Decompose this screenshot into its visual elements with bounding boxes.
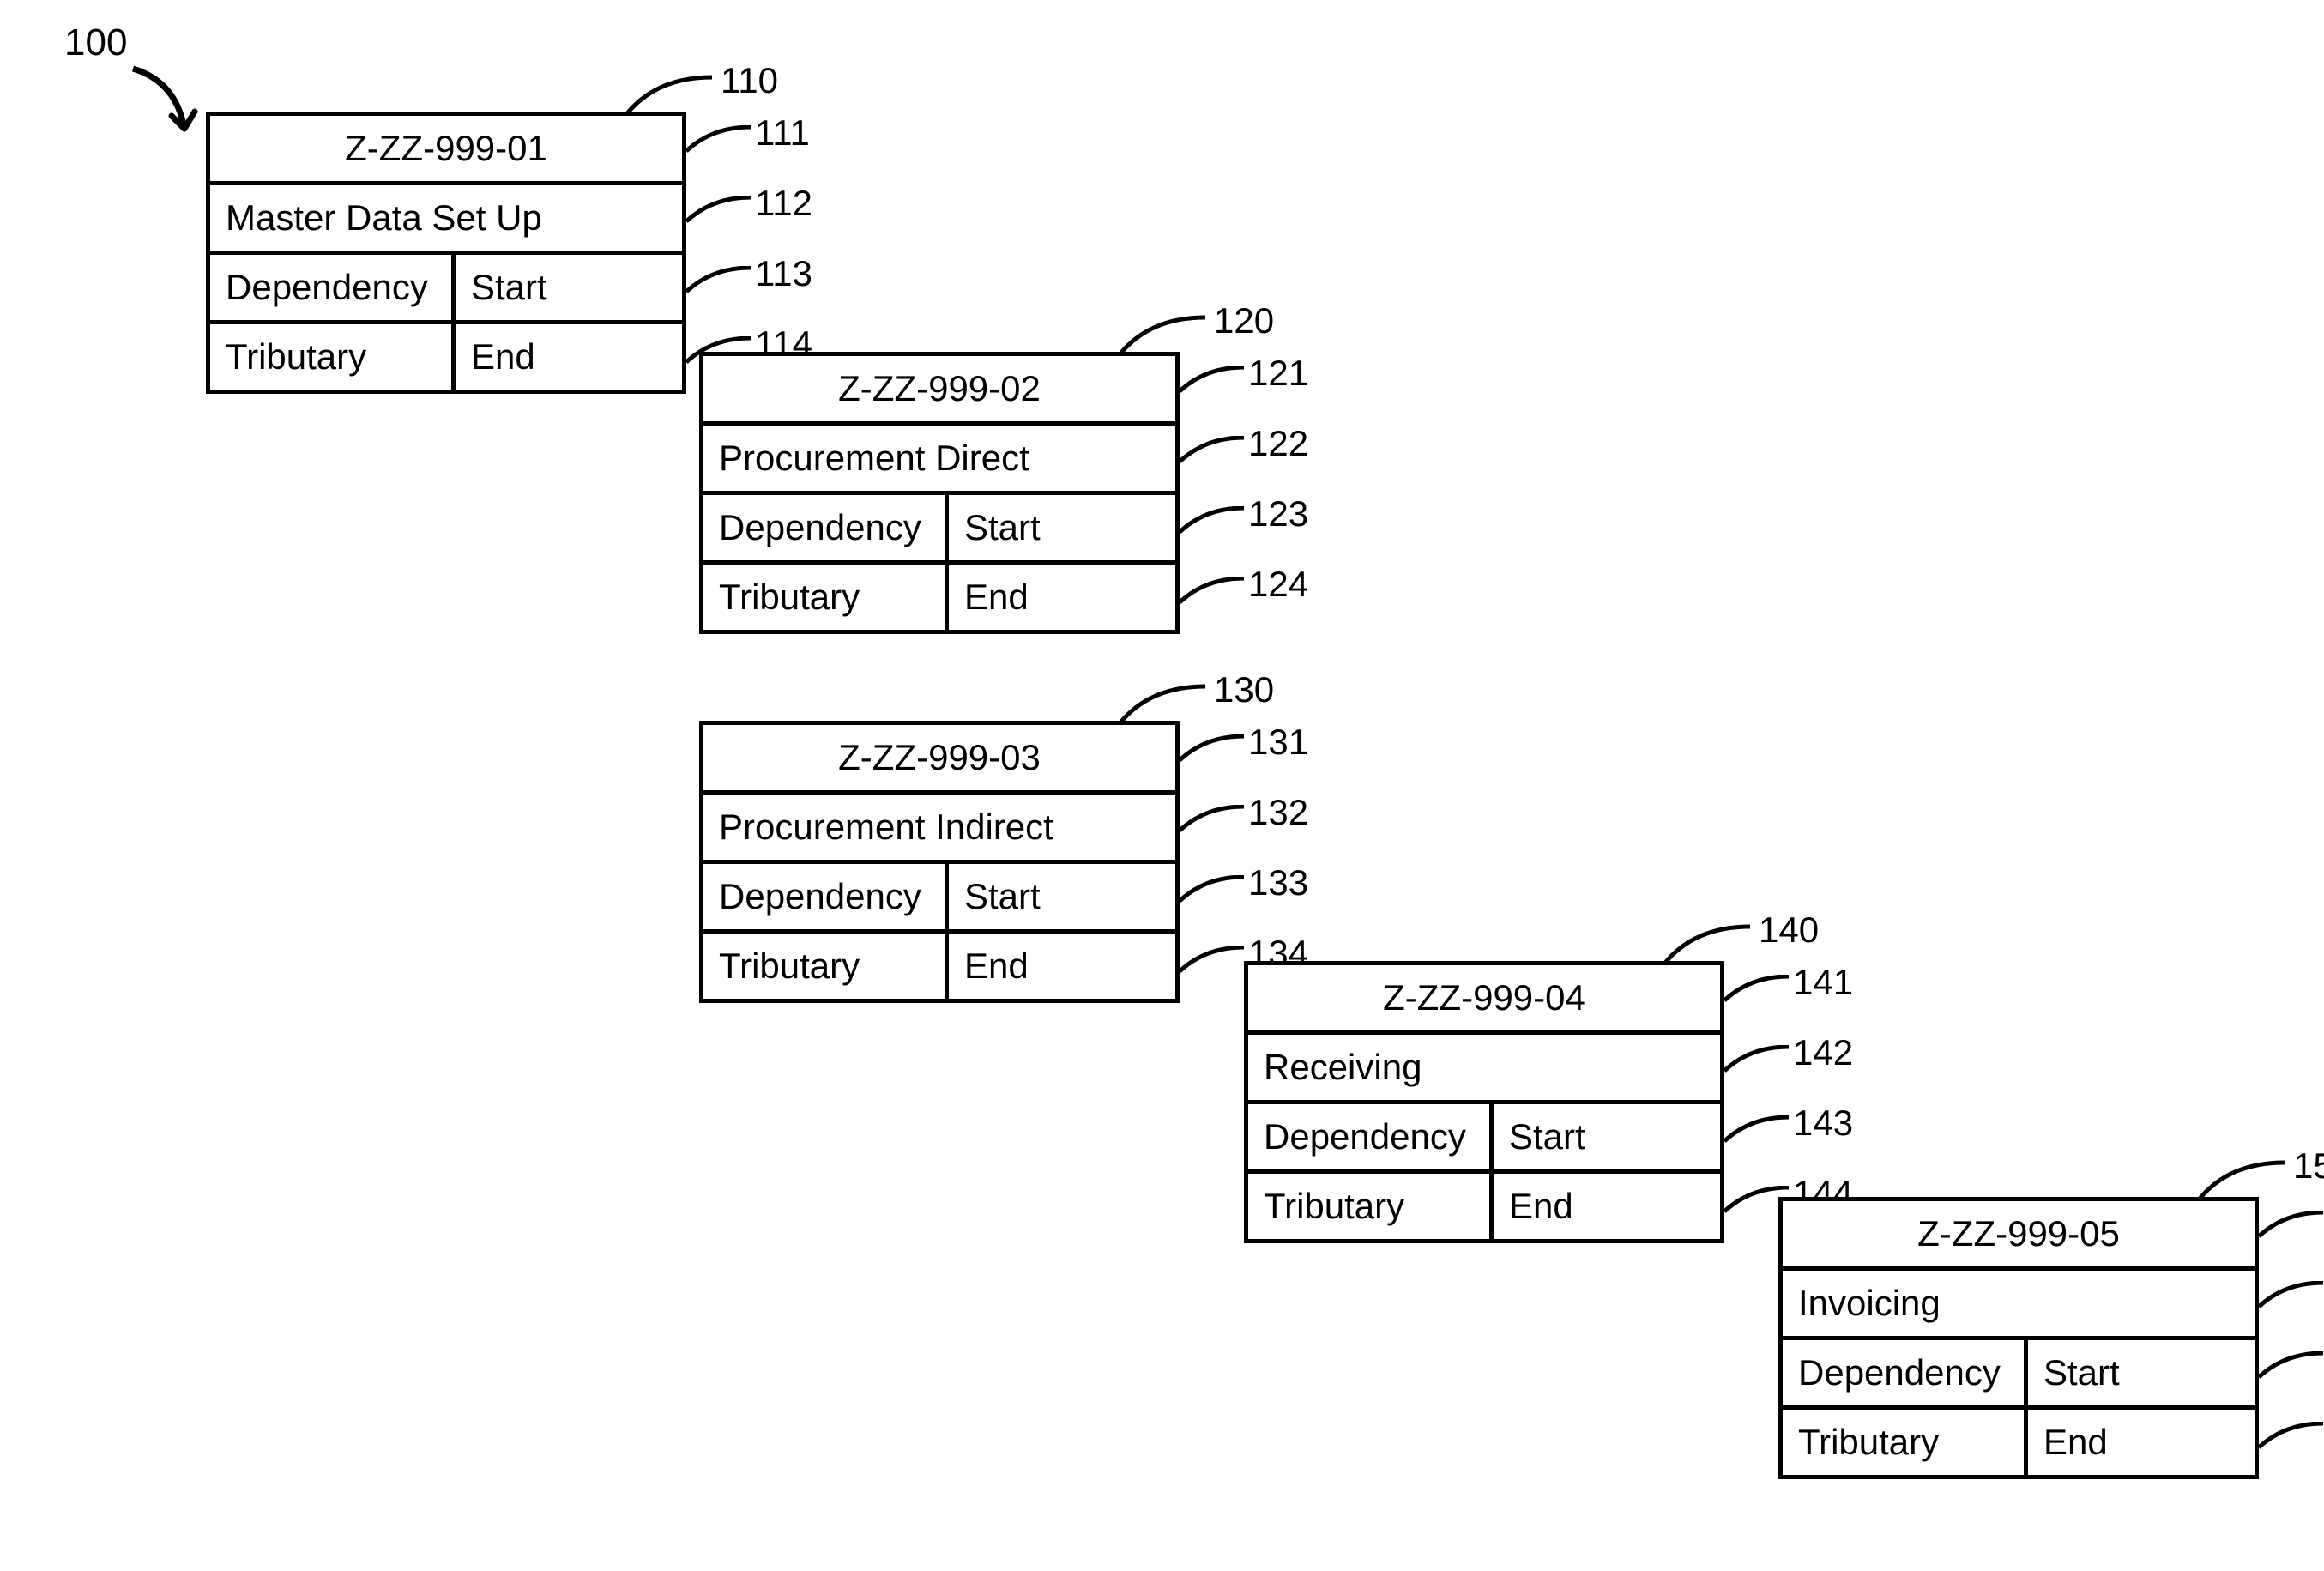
ref-label-124: 124 — [1248, 564, 1308, 605]
row-right-label: End — [949, 565, 1175, 630]
ref-label-133: 133 — [1248, 862, 1308, 903]
ref-label-112: 112 — [755, 183, 812, 224]
row-left-label: Dependency — [703, 864, 949, 929]
arrow-100 — [124, 64, 202, 150]
ref-label-121: 121 — [1248, 353, 1308, 394]
box-description: Procurement Indirect — [703, 795, 1175, 860]
box-id: Z-ZZ-999-01 — [210, 116, 682, 181]
row-left-label: Dependency — [703, 495, 949, 560]
box-row: Z-ZZ-999-04 — [1248, 965, 1720, 1030]
box-id: Z-ZZ-999-05 — [1783, 1201, 2255, 1266]
row-right-label: End — [1494, 1174, 1720, 1239]
leader-121 — [1180, 366, 1248, 404]
box-row: DependencyStart — [703, 860, 1175, 929]
leader-141 — [1724, 975, 1793, 1013]
box-id: Z-ZZ-999-02 — [703, 356, 1175, 421]
process-box-130: Z-ZZ-999-03Procurement IndirectDependenc… — [699, 721, 1180, 1003]
ref-label-141: 141 — [1793, 962, 1853, 1003]
ref-label-131: 131 — [1248, 722, 1308, 763]
box-row: DependencyStart — [1248, 1100, 1720, 1169]
leader-113 — [686, 266, 755, 305]
row-left-label: Tributary — [1783, 1410, 2028, 1475]
box-row: Receiving — [1248, 1030, 1720, 1100]
ref-label-123: 123 — [1248, 493, 1308, 535]
leader-153 — [2259, 1351, 2324, 1390]
box-row: DependencyStart — [1783, 1336, 2255, 1405]
leader-132 — [1180, 805, 1248, 843]
box-row: Procurement Direct — [703, 421, 1175, 491]
leader-143 — [1724, 1115, 1793, 1154]
row-left-label: Tributary — [703, 565, 949, 630]
box-row: TributaryEnd — [210, 320, 682, 390]
box-row: Procurement Indirect — [703, 790, 1175, 860]
ref-label-142: 142 — [1793, 1032, 1853, 1073]
process-box-140: Z-ZZ-999-04ReceivingDependencyStartTribu… — [1244, 961, 1724, 1243]
diagram-canvas: 100 110111112113114Z-ZZ-999-01Master Dat… — [0, 0, 2324, 1571]
process-box-150: Z-ZZ-999-05InvoicingDependencyStartTribu… — [1778, 1197, 2259, 1479]
row-right-label: Start — [949, 495, 1175, 560]
row-left-label: Dependency — [1783, 1340, 2028, 1405]
row-left-label: Tributary — [1248, 1174, 1494, 1239]
box-row: TributaryEnd — [703, 929, 1175, 999]
box-row: TributaryEnd — [1248, 1169, 1720, 1239]
row-right-label: Start — [456, 255, 682, 320]
ref-label-150: 150 — [2293, 1145, 2324, 1187]
box-row: Master Data Set Up — [210, 181, 682, 251]
process-box-110: Z-ZZ-999-01Master Data Set UpDependencyS… — [206, 112, 686, 394]
leader-131 — [1180, 734, 1248, 773]
ref-label-143: 143 — [1793, 1103, 1853, 1144]
leader-154 — [2259, 1422, 2324, 1460]
ref-label-130: 130 — [1214, 669, 1274, 710]
row-left-label: Dependency — [210, 255, 456, 320]
box-row: DependencyStart — [703, 491, 1175, 560]
ref-label-122: 122 — [1248, 423, 1308, 464]
leader-152 — [2259, 1281, 2324, 1320]
box-row: TributaryEnd — [1783, 1405, 2255, 1475]
box-description: Master Data Set Up — [210, 185, 682, 251]
ref-label-110: 110 — [721, 60, 778, 101]
row-left-label: Tributary — [703, 934, 949, 999]
box-id: Z-ZZ-999-03 — [703, 725, 1175, 790]
row-right-label: Start — [949, 864, 1175, 929]
leader-123 — [1180, 506, 1248, 545]
row-right-label: Start — [2028, 1340, 2255, 1405]
row-right-label: End — [456, 324, 682, 390]
box-description: Receiving — [1248, 1035, 1720, 1100]
leader-142 — [1724, 1045, 1793, 1084]
leader-122 — [1180, 436, 1248, 474]
box-row: DependencyStart — [210, 251, 682, 320]
ref-label-113: 113 — [755, 253, 812, 294]
leader-124 — [1180, 577, 1248, 615]
row-right-label: End — [949, 934, 1175, 999]
row-left-label: Dependency — [1248, 1104, 1494, 1169]
leader-111 — [686, 125, 755, 164]
box-description: Invoicing — [1783, 1271, 2255, 1336]
row-right-label: Start — [1494, 1104, 1720, 1169]
row-right-label: End — [2028, 1410, 2255, 1475]
box-row: Z-ZZ-999-01 — [210, 116, 682, 181]
row-left-label: Tributary — [210, 324, 456, 390]
box-row: Z-ZZ-999-03 — [703, 725, 1175, 790]
ref-label-111: 111 — [755, 112, 810, 154]
leader-134 — [1180, 946, 1248, 984]
box-id: Z-ZZ-999-04 — [1248, 965, 1720, 1030]
ref-label-132: 132 — [1248, 792, 1308, 833]
box-row: Invoicing — [1783, 1266, 2255, 1336]
ref-label-120: 120 — [1214, 300, 1274, 341]
box-row: Z-ZZ-999-02 — [703, 356, 1175, 421]
leader-133 — [1180, 875, 1248, 914]
ref-label-100: 100 — [64, 21, 127, 64]
leader-151 — [2259, 1211, 2324, 1249]
box-row: Z-ZZ-999-05 — [1783, 1201, 2255, 1266]
box-description: Procurement Direct — [703, 426, 1175, 491]
leader-112 — [686, 196, 755, 234]
box-row: TributaryEnd — [703, 560, 1175, 630]
ref-label-140: 140 — [1759, 909, 1819, 951]
process-box-120: Z-ZZ-999-02Procurement DirectDependencyS… — [699, 352, 1180, 634]
